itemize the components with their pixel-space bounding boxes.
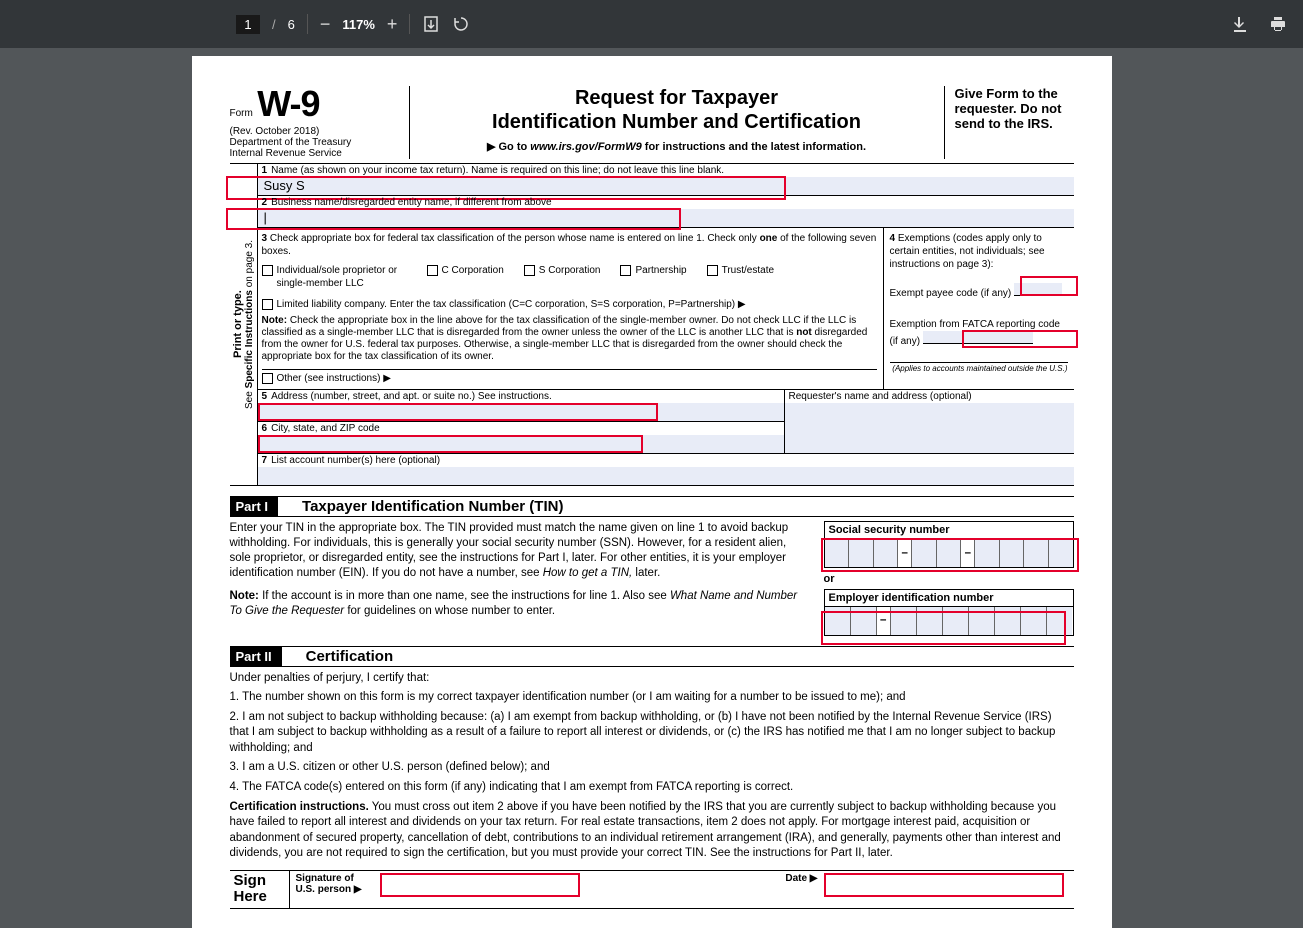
sign-here-label: Sign Here xyxy=(230,871,290,908)
checkbox-llc[interactable]: Limited liability company. Enter the tax… xyxy=(262,298,877,311)
line5-label: 5Address (number, street, and apt. or su… xyxy=(258,390,784,403)
name-input[interactable]: Susy S xyxy=(258,177,1074,195)
cert-item4: 4. The FATCA code(s) entered on this for… xyxy=(230,780,1074,796)
zoom-level: 117% xyxy=(342,17,375,32)
form-number: W-9 xyxy=(257,83,319,124)
part2-tag: Part II xyxy=(230,647,282,666)
city-state-zip-input[interactable] xyxy=(258,435,784,453)
line7-label: 7List account number(s) here (optional) xyxy=(258,454,1074,467)
exempt-payee-row: Exempt payee code (if any) xyxy=(890,283,1068,300)
highlight-box xyxy=(380,873,580,897)
print-icon[interactable] xyxy=(1269,15,1287,33)
part1-note: Note: If the account is in more than one… xyxy=(230,589,808,619)
dept-label: Department of the Treasury xyxy=(230,137,401,148)
download-icon[interactable] xyxy=(1231,15,1249,33)
line1-label: 1Name (as shown on your income tax retur… xyxy=(258,164,1074,177)
llc-note: Note: Check the appropriate box in the l… xyxy=(262,315,877,363)
toolbar-divider xyxy=(307,14,308,34)
or-label: or xyxy=(824,572,1074,586)
ein-input[interactable]: – xyxy=(824,606,1074,636)
page-number-input[interactable] xyxy=(236,15,260,34)
zoom-in-button[interactable]: + xyxy=(387,14,398,35)
fatca-row: Exemption from FATCA reporting code (if … xyxy=(890,318,1068,348)
form-title-2: Identification Number and Certification xyxy=(420,110,934,134)
highlight-box xyxy=(824,873,1064,897)
form-title-1: Request for Taxpayer xyxy=(420,86,934,110)
cert-intro: Under penalties of perjury, I certify th… xyxy=(230,671,1074,687)
fit-page-icon[interactable] xyxy=(422,15,440,33)
part1-tag: Part I xyxy=(230,497,279,516)
identity-section: Print or type.See Specific Instructions … xyxy=(230,164,1074,486)
zoom-out-button[interactable]: − xyxy=(320,14,331,35)
checkbox-individual[interactable]: Individual/sole proprietor or single-mem… xyxy=(262,264,407,290)
cert-instructions: Certification instructions. You must cro… xyxy=(230,800,1074,862)
irs-label: Internal Revenue Service xyxy=(230,148,401,159)
exempt-payee-input[interactable] xyxy=(1014,283,1062,296)
part1-header: Part I Taxpayer Identification Number (T… xyxy=(230,496,1074,517)
signature-of-label: Signature of U.S. person ▶ xyxy=(290,871,380,908)
vertical-instructions: Print or type.See Specific Instructions … xyxy=(230,236,257,413)
business-name-input[interactable]: | xyxy=(258,209,1074,227)
address-input[interactable] xyxy=(258,403,784,421)
checkbox-ccorp[interactable]: C Corporation xyxy=(427,264,504,277)
form-header: Form W-9 (Rev. October 2018) Department … xyxy=(230,86,1074,164)
part2-header: Part II Certification xyxy=(230,646,1074,667)
checkbox-partnership[interactable]: Partnership xyxy=(620,264,686,277)
page-total: 6 xyxy=(288,17,295,32)
pdf-page: Form W-9 (Rev. October 2018) Department … xyxy=(192,56,1112,928)
signature-input[interactable] xyxy=(380,871,780,908)
rotate-icon[interactable] xyxy=(452,15,470,33)
give-form-note: Give Form to the requester. Do not send … xyxy=(944,86,1074,159)
account-numbers-input[interactable] xyxy=(258,467,1074,485)
requester-input[interactable] xyxy=(785,403,1074,453)
date-label: Date ▶ xyxy=(779,871,823,908)
form-revision: (Rev. October 2018) xyxy=(230,126,401,137)
ssn-input[interactable]: – – xyxy=(824,538,1074,568)
cert-item1: 1. The number shown on this form is my c… xyxy=(230,690,1074,706)
part1-title: Taxpayer Identification Number (TIN) xyxy=(302,498,563,515)
goto-line: ▶ Go to www.irs.gov/FormW9 for instructi… xyxy=(420,140,934,153)
fatca-code-input[interactable] xyxy=(923,331,1033,344)
ein-label: Employer identification number xyxy=(824,589,1074,606)
date-input[interactable] xyxy=(824,871,1074,908)
page-separator: / xyxy=(272,17,276,32)
applies-note: (Applies to accounts maintained outside … xyxy=(890,362,1068,374)
form-label: Form xyxy=(230,108,253,119)
checkbox-scorp[interactable]: S Corporation xyxy=(524,264,601,277)
pdf-viewport[interactable]: Form W-9 (Rev. October 2018) Department … xyxy=(0,48,1303,928)
part1-para: Enter your TIN in the appropriate box. T… xyxy=(230,521,808,581)
requester-label: Requester's name and address (optional) xyxy=(785,390,1074,403)
line4-label: 4 Exemptions (codes apply only to certai… xyxy=(890,232,1068,271)
ssn-label: Social security number xyxy=(824,521,1074,538)
checkbox-other[interactable]: Other (see instructions) ▶ xyxy=(262,369,877,385)
toolbar-divider xyxy=(409,14,410,34)
line6-label: 6City, state, and ZIP code xyxy=(258,422,784,435)
sign-row: Sign Here Signature of U.S. person ▶ Dat… xyxy=(230,870,1074,909)
line2-label: 2Business name/disregarded entity name, … xyxy=(258,196,1074,209)
cert-item2: 2. I am not subject to backup withholdin… xyxy=(230,710,1074,757)
line3-label: 3 Check appropriate box for federal tax … xyxy=(262,232,877,258)
pdf-toolbar: / 6 − 117% + xyxy=(0,0,1303,48)
cert-item3: 3. I am a U.S. citizen or other U.S. per… xyxy=(230,760,1074,776)
part2-title: Certification xyxy=(306,648,394,665)
checkbox-trust[interactable]: Trust/estate xyxy=(707,264,774,277)
